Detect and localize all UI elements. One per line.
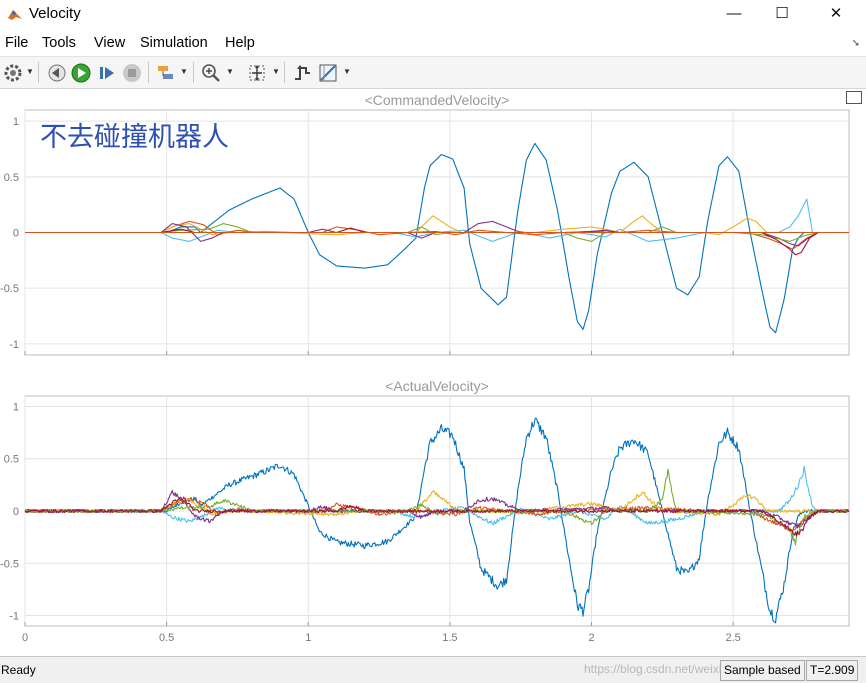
run-icon[interactable] xyxy=(70,62,92,84)
sample-mode-indicator: Sample based xyxy=(720,660,805,681)
x-tick-label: 2.5 xyxy=(725,632,740,644)
y-tick-label: 1 xyxy=(13,401,19,413)
y-tick-label: 0.5 xyxy=(4,172,19,184)
highlight-simulink-block-icon[interactable] xyxy=(155,62,177,84)
chevron-down-icon[interactable]: ▼ xyxy=(343,67,351,76)
step-back-icon[interactable] xyxy=(45,62,67,84)
plot-title: <ActualVelocity> xyxy=(385,378,489,394)
plot-title: <CommandedVelocity> xyxy=(365,92,510,108)
simulation-time: T=2.909 xyxy=(806,660,859,681)
y-tick-label: 0 xyxy=(13,506,19,518)
stop-icon[interactable] xyxy=(121,62,143,84)
matlab-app-icon xyxy=(8,10,22,20)
x-tick-label: 1 xyxy=(305,632,311,644)
y-tick-label: -1 xyxy=(9,339,19,351)
triggers-icon[interactable] xyxy=(291,62,313,84)
toolbar-separator xyxy=(148,62,149,83)
fit-to-view-icon[interactable] xyxy=(246,62,268,84)
y-tick-label: 0.5 xyxy=(4,454,19,466)
chevron-down-icon[interactable]: ▼ xyxy=(180,67,188,76)
cursor-measurements-icon[interactable] xyxy=(317,62,339,84)
y-tick-label: 0 xyxy=(13,228,19,240)
x-tick-label: 0.5 xyxy=(159,632,174,644)
minimize-button[interactable]: — xyxy=(711,0,757,30)
menu-tools[interactable]: Tools xyxy=(42,35,76,51)
configuration-properties-icon[interactable] xyxy=(3,62,23,84)
y-tick-label: -1 xyxy=(9,611,19,623)
actual-velocity-plot[interactable]: <ActualVelocity> 0 0.5 1 1.5 2 2.5 1 0.5 0 -0.5 -1 xyxy=(0,378,850,644)
scope-plot-area[interactable]: <CommandedVelocity> 1 0.5 0 -0.5 -1 <ActualV… xyxy=(0,89,866,656)
maximize-button[interactable]: ☐ xyxy=(759,0,805,30)
pin-toolbar-icon[interactable]: ➘ xyxy=(852,38,860,49)
chevron-down-icon[interactable]: ▼ xyxy=(226,67,234,76)
toolbar-separator xyxy=(38,62,39,83)
menu-view[interactable]: View xyxy=(94,35,125,51)
x-tick-label: 1.5 xyxy=(442,632,457,644)
menu-simulation[interactable]: Simulation xyxy=(140,35,208,51)
zoom-icon[interactable] xyxy=(200,62,222,84)
y-tick-label: 1 xyxy=(13,116,19,128)
title-bar: Velocity — ☐ ✕ xyxy=(0,0,866,30)
toolbar-separator xyxy=(284,62,285,83)
chinese-annotation: 不去碰撞机器人 xyxy=(40,122,229,152)
x-tick-label: 2 xyxy=(588,632,594,644)
step-forward-icon[interactable] xyxy=(96,62,118,84)
y-tick-label: -0.5 xyxy=(0,283,19,295)
menu-file[interactable]: File xyxy=(5,35,28,51)
close-button[interactable]: ✕ xyxy=(813,0,859,30)
chevron-down-icon[interactable]: ▼ xyxy=(272,67,280,76)
undock-icon[interactable] xyxy=(846,91,862,104)
scope-svg: <CommandedVelocity> 1 0.5 0 -0.5 -1 <ActualV… xyxy=(0,92,850,644)
window-title: Velocity xyxy=(29,5,81,22)
status-bar: Ready https://blog.csdn.net/weixin_... S… xyxy=(0,656,866,683)
y-tick-label: -0.5 xyxy=(0,558,19,570)
menu-bar: File Tools View Simulation Help ➘ xyxy=(0,30,866,57)
toolbar: ▼ ▼ ▼ ▼ ▼ xyxy=(0,57,866,89)
menu-help[interactable]: Help xyxy=(225,35,255,51)
toolbar-separator xyxy=(193,62,194,83)
x-tick-label: 0 xyxy=(22,632,28,644)
chevron-down-icon[interactable]: ▼ xyxy=(26,67,34,76)
status-ready: Ready xyxy=(1,663,36,677)
